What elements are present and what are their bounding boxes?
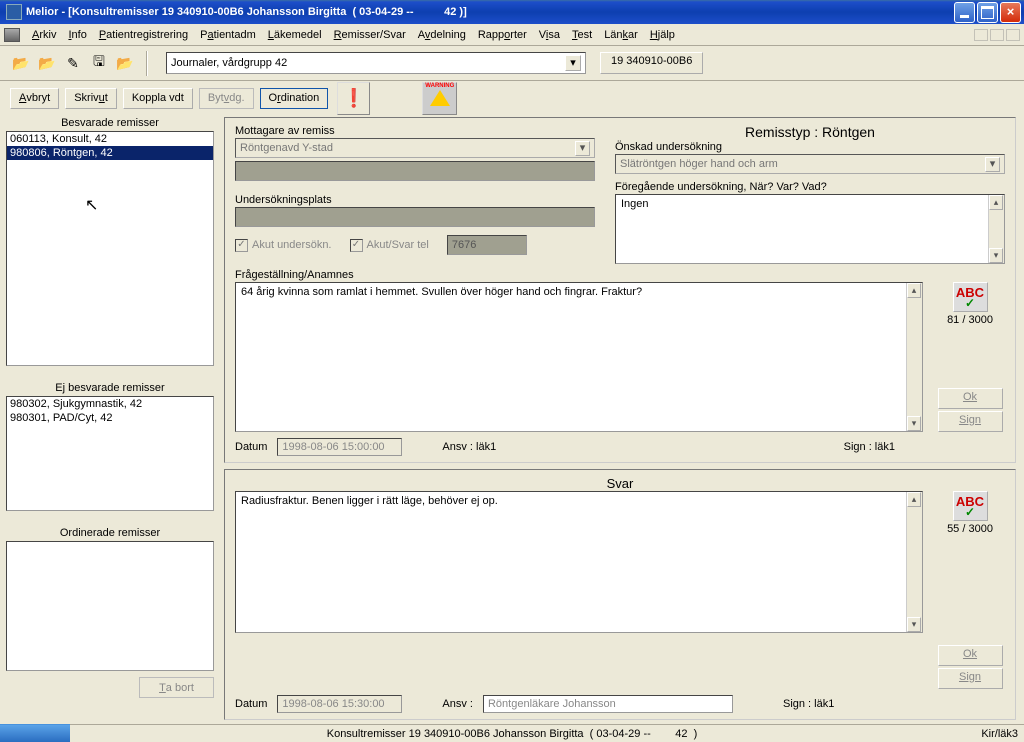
spellcheck-icon[interactable]: ABC (953, 491, 988, 521)
chevron-down-icon[interactable]: ▾ (565, 55, 581, 71)
ta-bort-button: Ta bort (139, 677, 214, 698)
koppla-vdt-button[interactable]: Koppla vdt (123, 88, 193, 109)
status-right: Kir/läk3 (981, 728, 1018, 740)
scrollbar[interactable]: ▴▾ (906, 492, 922, 632)
menu-patientadm[interactable]: Patientadm (194, 27, 262, 43)
onskad-select[interactable]: Slätröntgen höger hand och arm▾ (615, 154, 1005, 174)
window-title: Melior - [Konsultremisser 19 340910-00B6… (26, 6, 954, 18)
ansv2-label: Ansv : (442, 698, 473, 710)
ej-besvarade-list[interactable]: 980302, Sjukgymnastik, 42 980301, PAD/Cy… (6, 396, 214, 511)
minimize-button[interactable] (954, 2, 975, 23)
patient-id-button[interactable]: 19 340910-00B6 (600, 52, 703, 74)
menu-test[interactable]: Test (566, 27, 598, 43)
ok-button-2[interactable]: Ok (938, 645, 1003, 666)
menu-info[interactable]: Info (62, 27, 92, 43)
left-panel: Besvarade remisser 060113, Konsult, 42 9… (0, 115, 220, 724)
akut-svar-tel-check: ✓Akut/Svar tel (350, 239, 429, 252)
warning-icon[interactable]: WARNING (422, 82, 457, 115)
byt-vdg-button: Byt vdg. (199, 88, 254, 109)
spellcheck-icon[interactable]: ABC (953, 282, 988, 312)
folder-arrow-icon[interactable]: 📂 (114, 52, 136, 74)
journal-select-text: Journaler, vårdgrupp 42 (171, 57, 565, 69)
menu-patientregistrering[interactable]: Patientregistrering (93, 27, 194, 43)
mottagare-label: Mottagare av remiss (235, 124, 595, 138)
status-center: Konsultremisser 19 340910-00B6 Johansson… (327, 728, 698, 740)
ej-besvarade-label: Ej besvarade remisser (6, 380, 214, 396)
datum1-label: Datum (235, 441, 267, 453)
menu-lakemedel[interactable]: Läkemedel (262, 27, 328, 43)
open-folder2-icon[interactable]: 📂 (36, 52, 58, 74)
alert-icon[interactable]: ❗ (337, 82, 370, 115)
maximize-button[interactable] (977, 2, 998, 23)
remiss-form: Mottagare av remiss Röntgenavd Y-stad▾ U… (224, 117, 1016, 463)
sign1-label: Sign : läk1 (844, 441, 895, 453)
save-icon[interactable]: 🖫 (88, 52, 110, 74)
open-folder-icon[interactable]: 📂 (10, 52, 32, 74)
fragestallning-label: Frågeställning/Anamnes (235, 268, 1005, 282)
list-item[interactable]: 980302, Sjukgymnastik, 42 (7, 397, 213, 411)
titlebar: Melior - [Konsultremisser 19 340910-00B6… (0, 0, 1024, 24)
sign2-label: Sign : läk1 (783, 698, 834, 710)
datum2-label: Datum (235, 698, 267, 710)
ordinerade-list[interactable] (6, 541, 214, 671)
char-count-1: 81 / 3000 (947, 314, 993, 326)
toolbar-divider (146, 51, 148, 76)
close-button[interactable]: × (1000, 2, 1021, 23)
doc-icon (4, 28, 20, 42)
svar-textarea[interactable]: Radiusfraktur. Benen ligger i rätt läge,… (235, 491, 923, 633)
ansv2-field[interactable]: Röntgenläkare Johansson (483, 695, 733, 713)
menubar: Arkiv Info Patientregistrering Patientad… (0, 24, 1024, 46)
journal-select[interactable]: Journaler, vårdgrupp 42 ▾ (166, 52, 586, 74)
menu-hjalp[interactable]: Hjälp (644, 27, 681, 43)
char-count-2: 55 / 3000 (947, 523, 993, 535)
svar-title: Svar (235, 476, 1005, 491)
ok-button-1[interactable]: Ok (938, 388, 1003, 409)
menu-rapporter[interactable]: Rapporter (472, 27, 533, 43)
action-bar: Avbryt Skriv ut Koppla vdt Byt vdg. Ordi… (0, 81, 1024, 115)
akut-undersokn-check: ✓Akut undersökn. (235, 239, 332, 252)
mottagare-select[interactable]: Röntgenavd Y-stad▾ (235, 138, 595, 158)
undersokningsplats-field (235, 207, 595, 227)
akut-tel-field: 7676 (447, 235, 527, 255)
avbryt-button[interactable]: Avbryt (10, 88, 59, 109)
list-item[interactable]: 980806, Röntgen, 42 (7, 146, 213, 160)
datum2-field[interactable]: 1998-08-06 15:30:00 (277, 695, 402, 713)
fragestallning-textarea[interactable]: 64 årig kvinna som ramlat i hemmet. Svul… (235, 282, 923, 432)
list-item[interactable]: 060113, Konsult, 42 (7, 132, 213, 146)
chevron-down-icon: ▾ (985, 157, 1000, 172)
mottagare-extra (235, 161, 595, 181)
menu-visa[interactable]: Visa (533, 27, 566, 43)
undersokningsplats-label: Undersökningsplats (235, 193, 595, 207)
chevron-down-icon: ▾ (575, 141, 590, 156)
onskad-label: Önskad undersökning (615, 140, 1005, 154)
datum1-field[interactable]: 1998-08-06 15:00:00 (277, 438, 402, 456)
ansv1-label: Ansv : läk1 (442, 441, 496, 453)
svar-form: Svar Radiusfraktur. Benen ligger i rätt … (224, 469, 1016, 720)
besvarade-label: Besvarade remisser (6, 115, 214, 131)
menu-lankar[interactable]: Länkar (598, 27, 644, 43)
taskbar (0, 724, 70, 742)
scrollbar[interactable]: ▴▾ (988, 195, 1004, 263)
menu-avdelning[interactable]: Avdelning (412, 27, 472, 43)
remisstyp-label: Remisstyp : Röntgen (615, 124, 1005, 140)
menu-remisser[interactable]: Remisser/Svar (328, 27, 412, 43)
sign-button-2[interactable]: Sign (938, 668, 1003, 689)
right-panel: Mottagare av remiss Röntgenavd Y-stad▾ U… (220, 115, 1024, 724)
pencil-icon[interactable]: ✎ (62, 52, 84, 74)
menu-arkiv[interactable]: Arkiv (26, 27, 62, 43)
besvarade-list[interactable]: 060113, Konsult, 42 980806, Röntgen, 42 (6, 131, 214, 366)
foregaende-label: Föregående undersökning, När? Var? Vad? (615, 180, 1005, 194)
scrollbar[interactable]: ▴▾ (906, 283, 922, 431)
ordination-button[interactable]: Ordination (260, 88, 329, 109)
skriv-ut-button[interactable]: Skriv ut (65, 88, 117, 109)
list-item[interactable]: 980301, PAD/Cyt, 42 (7, 411, 213, 425)
statusbar: Konsultremisser 19 340910-00B6 Johansson… (0, 724, 1024, 742)
app-icon (6, 4, 22, 20)
foregaende-textarea[interactable]: Ingen ▴▾ (615, 194, 1005, 264)
mdi-buttons[interactable] (974, 29, 1020, 41)
toolbar: 📂 📂 ✎ 🖫 📂 Journaler, vårdgrupp 42 ▾ 19 3… (0, 46, 1024, 81)
ordinerade-label: Ordinerade remisser (6, 525, 214, 541)
sign-button-1[interactable]: Sign (938, 411, 1003, 432)
